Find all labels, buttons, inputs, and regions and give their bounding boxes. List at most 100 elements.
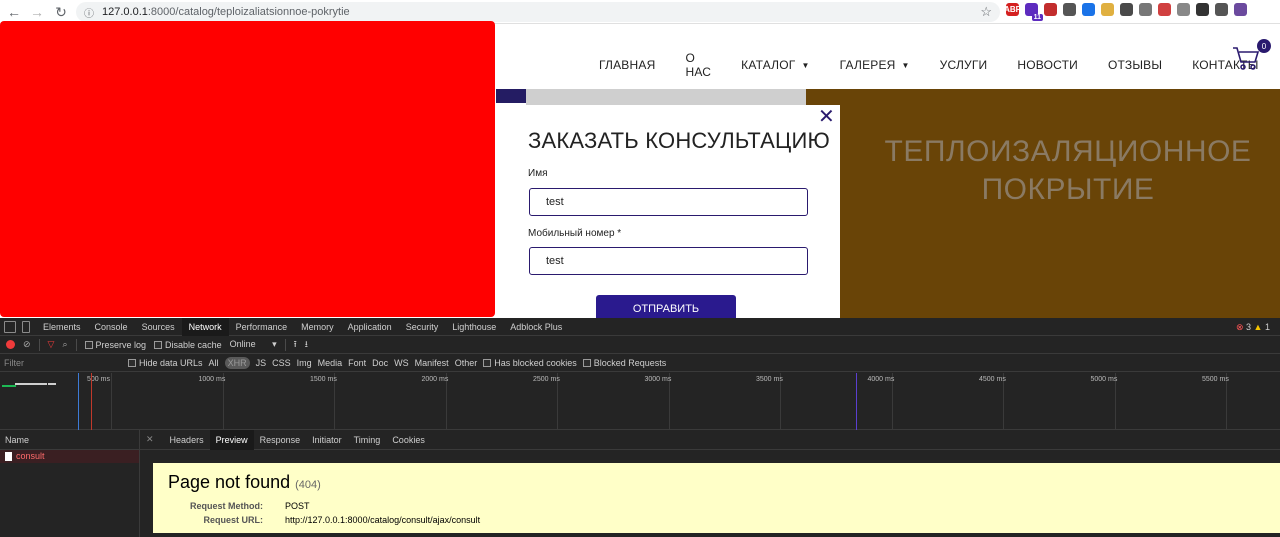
url-path: :8000/catalog/teploizaliatsionnoe-pokryt… [147, 6, 350, 18]
filter-type-button[interactable]: Img [297, 358, 312, 368]
devtools-tab[interactable]: Adblock Plus [503, 318, 569, 336]
menu-item-label: УСЛУГИ [939, 58, 988, 72]
timeline-tick-label: 4500 ms [979, 376, 1006, 383]
export-har-icon[interactable]: ⭳ [305, 337, 308, 353]
play-icon[interactable] [1196, 3, 1209, 16]
menu-item[interactable]: НОВОСТИ [1017, 51, 1078, 79]
menu-item[interactable]: УСЛУГИ [940, 51, 988, 79]
checkbox-box [582, 358, 591, 367]
shield-icon[interactable] [1044, 3, 1057, 16]
menu-item-label: ГАЛЕРЕЯ [839, 58, 896, 72]
address-bar[interactable]: ⓘ 127.0.0.1:8000/catalog/teploizaliatsio… [76, 2, 1000, 22]
menu-item[interactable]: ГЛАВНАЯ [599, 51, 655, 79]
menu-item[interactable]: КАТАЛОГ ▼ [741, 51, 810, 79]
request-name: consult [16, 451, 45, 461]
info-icon[interactable]: ⓘ [84, 5, 94, 20]
hide-data-urls-checkbox[interactable]: Hide data URLs [128, 358, 203, 368]
main-menu: ГЛАВНАЯ О НАС КАТАЛОГ ▼ ГАЛЕРЕЯ ▼ УСЛУГИ НОВОСТ… [599, 51, 1280, 79]
eyedropper-icon[interactable] [1158, 3, 1171, 16]
devtools-tab[interactable]: Performance [229, 318, 295, 336]
issue-counts[interactable]: ⊗ 3 ▲ 1 [1236, 322, 1270, 333]
vpn-icon[interactable] [1120, 3, 1133, 16]
timeline-tick-label: 1000 ms [198, 376, 226, 383]
devtools-tab[interactable]: Sources [135, 318, 182, 336]
puzzle-badge-icon[interactable]: 11 [1025, 3, 1043, 21]
forward-icon[interactable]: → [26, 1, 48, 23]
timeline-marker-line [78, 373, 79, 430]
abp-icon[interactable]: ABP [1004, 3, 1021, 16]
filter-type-button[interactable]: WS [394, 358, 409, 368]
request-list: Name consult [0, 430, 140, 537]
has-blocked-cookies-checkbox[interactable]: Has blocked cookies [483, 358, 577, 368]
checkbox-label: Has blocked cookies [494, 357, 577, 368]
preserve-log-checkbox[interactable]: Preserve log [84, 340, 146, 350]
tools-icon[interactable] [1082, 3, 1095, 16]
devtools-tab[interactable]: Application [341, 318, 399, 336]
filter-type-button[interactable]: JS [256, 358, 267, 368]
device-toggle-icon[interactable] [22, 320, 30, 333]
filter-type-button[interactable]: Other [455, 358, 478, 368]
close-detail-icon[interactable]: ✕ [146, 434, 154, 445]
devtools-tab[interactable]: Security [399, 318, 446, 336]
menu-item[interactable]: ГАЛЕРЕЯ ▼ [840, 51, 910, 79]
profile-icon[interactable] [1234, 3, 1247, 16]
detail-tab[interactable]: Response [254, 430, 307, 450]
detail-tab[interactable]: Initiator [306, 430, 348, 450]
blocked-requests-checkbox[interactable]: Blocked Requests [582, 358, 666, 368]
import-har-icon[interactable]: ⭱ [294, 337, 297, 353]
network-timeline[interactable]: 500 ms 1000 ms 1500 ms 2000 ms 2500 ms 3000 m… [0, 373, 1280, 430]
filter-type-button[interactable]: Media [318, 358, 343, 368]
extension-badge: 11 [1031, 14, 1043, 21]
hero-left-panel [496, 89, 526, 103]
network-details: Name consult ✕ Headers Preview Response Ini… [0, 429, 1280, 537]
filter-type-button[interactable]: XHR [224, 356, 250, 369]
filter-type-button[interactable]: Manifest [415, 358, 449, 368]
close-icon[interactable]: ✕ [818, 107, 835, 127]
throttling-select[interactable]: Online ▾ [230, 339, 277, 350]
filter-type-button[interactable]: All [209, 358, 219, 368]
timeline-request-bar [2, 385, 16, 387]
filter-input[interactable]: Filter [4, 358, 122, 368]
url-host: 127.0.0.1 [102, 6, 148, 18]
name-field[interactable]: test [529, 188, 808, 216]
filter-type-button[interactable]: Doc [372, 358, 388, 368]
reload-icon[interactable]: ↻ [50, 1, 72, 23]
filter-icon[interactable]: ▽ [48, 339, 55, 350]
clear-icon[interactable]: ⊘ [23, 339, 31, 350]
timeline-marker-line [856, 373, 857, 430]
bookmark-star-icon[interactable]: ☆ [980, 4, 992, 20]
timeline-tick-label: 4000 ms [867, 376, 895, 383]
devtools-tab[interactable]: Network [181, 317, 229, 336]
search-icon[interactable]: ⌕ [62, 339, 67, 350]
phone-field[interactable]: test [529, 247, 808, 275]
name-column-header[interactable]: Name [0, 430, 139, 450]
redacted-area [0, 21, 495, 317]
extensions-icon[interactable] [1215, 3, 1228, 16]
response-preview: Page not found (404) Request Method: POS… [153, 463, 1280, 533]
submit-button[interactable]: ОТПРАВИТЬ [596, 295, 736, 318]
devtools-tab[interactable]: Elements [36, 318, 88, 336]
timeline-tick-label: 2500 ms [533, 376, 560, 383]
inspect-icon[interactable] [4, 320, 16, 333]
download-icon[interactable] [1139, 3, 1152, 16]
devtools-tab[interactable]: Console [88, 318, 135, 336]
detail-tab[interactable]: Headers [164, 430, 210, 450]
note-icon[interactable] [1101, 3, 1114, 16]
filter-type-button[interactable]: Font [348, 358, 366, 368]
detail-tab[interactable]: Cookies [386, 430, 431, 450]
record-icon[interactable] [6, 340, 15, 349]
face-icon[interactable] [1177, 3, 1190, 16]
back-icon[interactable]: ← [3, 1, 25, 23]
request-row[interactable]: consult [0, 450, 139, 463]
disable-cache-checkbox[interactable]: Disable cache [154, 340, 222, 350]
menu-item[interactable]: О НАС [685, 51, 711, 79]
devtools-tab[interactable]: Lighthouse [445, 318, 503, 336]
filter-type-button[interactable]: CSS [272, 358, 291, 368]
cart-icon[interactable] [1232, 45, 1260, 71]
menu-item-label: О НАС [685, 51, 712, 79]
menu-item[interactable]: ОТЗЫВЫ [1108, 51, 1162, 79]
detail-tab[interactable]: Timing [348, 430, 387, 450]
screenshot-icon[interactable] [1063, 3, 1076, 16]
detail-tab[interactable]: Preview [209, 429, 254, 450]
devtools-tab[interactable]: Memory [294, 318, 341, 336]
